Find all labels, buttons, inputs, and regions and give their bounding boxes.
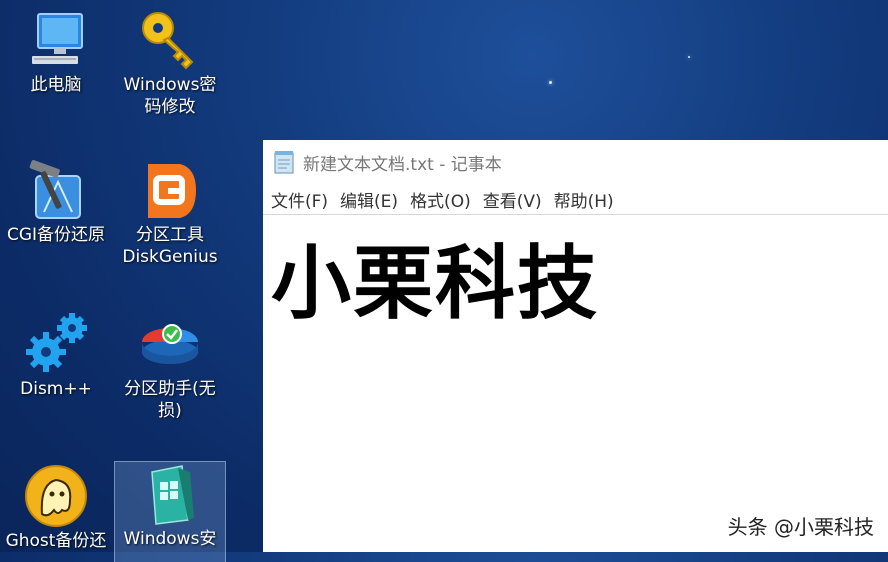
desktop-icon-label: Windows密 码修改 bbox=[123, 75, 217, 117]
desktop-icon-label: CGI备份还原 bbox=[6, 225, 106, 245]
desktop-icon-label: 此电脑 bbox=[30, 75, 82, 95]
text-editor-area[interactable]: 小栗科技 头条 @小栗科技 bbox=[263, 215, 888, 552]
desktop-icon-label: Ghost备份还 bbox=[5, 531, 107, 551]
diskgenius-icon bbox=[138, 158, 202, 222]
title-bar[interactable]: 新建文本文档.txt - 记事本 bbox=[263, 140, 888, 184]
desktop-icon-windows-password[interactable]: Windows密 码修改 bbox=[115, 8, 225, 118]
watermark: 头条 @小栗科技 bbox=[727, 515, 874, 539]
menu-format[interactable]: 格式(O) bbox=[406, 185, 475, 214]
notepad-icon bbox=[273, 150, 295, 174]
key-icon bbox=[138, 8, 202, 72]
desktop-icon-label: Dism++ bbox=[20, 379, 92, 399]
menu-view[interactable]: 查看(V) bbox=[479, 185, 546, 214]
ghost-icon bbox=[24, 464, 88, 528]
window-title: 新建文本文档.txt - 记事本 bbox=[303, 154, 502, 175]
menu-bar: 文件(F) 编辑(E) 格式(O) 查看(V) 帮助(H) bbox=[263, 184, 888, 215]
notepad-window[interactable]: 新建文本文档.txt - 记事本 文件(F) 编辑(E) 格式(O) 查看(V)… bbox=[263, 140, 888, 552]
desktop-icon-cgi-backup[interactable]: CGI备份还原 bbox=[1, 158, 111, 246]
star-decoration bbox=[549, 81, 552, 84]
desktop-icon-ghost-backup[interactable]: Ghost备份还 bbox=[1, 464, 111, 552]
partition-assistant-icon bbox=[138, 312, 202, 376]
desktop-icon-partition-assistant[interactable]: 分区助手(无 损) bbox=[115, 312, 225, 422]
computer-icon bbox=[24, 8, 88, 72]
desktop-icon-label: 分区助手(无 损) bbox=[124, 379, 216, 421]
desktop-icon-diskgenius[interactable]: 分区工具 DiskGenius bbox=[115, 158, 225, 268]
desktop-icon-this-pc[interactable]: 此电脑 bbox=[1, 8, 111, 96]
star-decoration bbox=[688, 56, 690, 58]
desktop-icon-label: 分区工具 DiskGenius bbox=[122, 225, 218, 267]
cgi-backup-icon bbox=[24, 158, 88, 222]
desktop-icon-windows-install[interactable]: Windows安 bbox=[114, 461, 226, 562]
menu-edit[interactable]: 编辑(E) bbox=[336, 185, 402, 214]
editor-text: 小栗科技 bbox=[271, 236, 599, 330]
gears-icon bbox=[24, 312, 88, 376]
menu-help[interactable]: 帮助(H) bbox=[550, 185, 618, 214]
desktop-icon-dism[interactable]: Dism++ bbox=[1, 312, 111, 400]
menu-file[interactable]: 文件(F) bbox=[267, 185, 332, 214]
windows-install-icon bbox=[138, 462, 202, 526]
desktop-icon-label: Windows安 bbox=[123, 529, 217, 549]
